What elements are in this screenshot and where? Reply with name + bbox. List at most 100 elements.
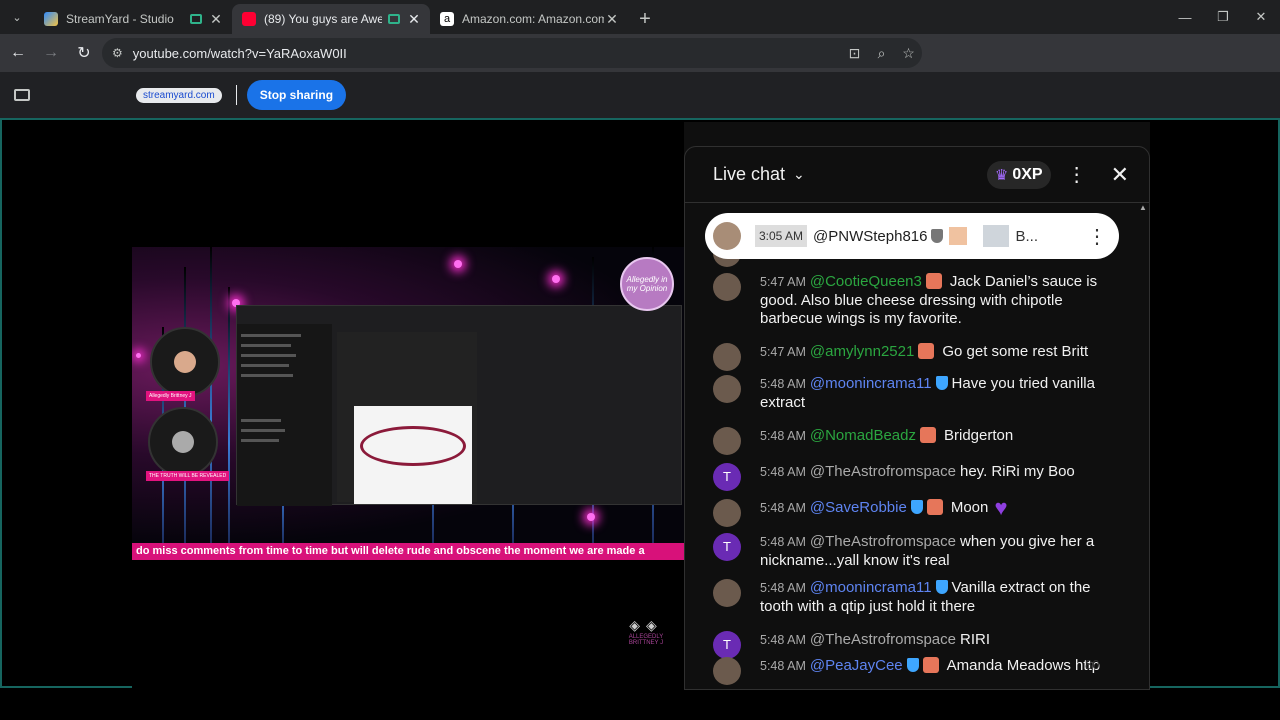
scroll-up-icon[interactable]: ▲ [1137,203,1149,212]
stop-sharing-button[interactable]: Stop sharing [246,80,347,110]
back-icon[interactable]: ← [3,38,33,68]
chat-message[interactable]: 5:48 AM @moonincrama11 Have you tried vani… [713,375,1113,412]
message-author[interactable]: @CootieQueen3 [810,273,922,290]
brand-watermark: ◈◈ ALLEGEDLY BRITTNEY J [622,617,670,651]
chat-message[interactable]: 5:47 AM @CootieQueen3 Jack Daniel’s sauce … [713,273,1113,329]
close-tab-icon[interactable]: ✕ [208,11,224,28]
pinned-time: 3:05 AM [755,225,808,247]
chat-message-body: 5:48 AM @TheAstrofromspace hey. RiRi my Bo… [760,463,1113,491]
host-camera [150,327,220,397]
avatar[interactable] [713,657,741,685]
chat-message-body: 5:48 AM @PeaJayCee Amanda Meadows http [760,657,1113,685]
verified-shield-icon [935,376,948,390]
restore-icon[interactable]: ❐ [1204,0,1242,34]
message-time: 5:48 AM [760,377,806,391]
message-author[interactable]: @SaveRobbie [810,499,907,516]
chat-message[interactable]: 5:48 AM @SaveRobbie Moon ♥ [713,497,1113,527]
sharing-domain: streamyard.com [136,87,222,103]
tab-amazon[interactable]: a Amazon.com: Amazon.com Gift ✕ [430,4,628,34]
message-time: 5:48 AM [760,633,806,647]
chat-message-body: 5:47 AM @CootieQueen3 Jack Daniel’s sauce … [760,273,1113,329]
chat-message[interactable]: 5:48 AM @NomadBeadz Bridgerton [713,427,1113,455]
message-author[interactable]: @TheAstrofromspace [810,533,956,550]
tab-streamyard[interactable]: StreamYard - Studio ✕ [34,4,232,34]
minimize-icon[interactable]: — [1166,0,1204,34]
install-app-icon[interactable]: ⊡ [841,45,868,62]
avatar[interactable] [713,579,741,607]
divider [235,85,237,105]
url-text[interactable]: youtube.com/watch?v=YaRAoxaW0II [133,46,841,61]
xp-badge[interactable]: ♛ 0XP [986,160,1051,189]
chat-message[interactable]: 5:48 AM @PeaJayCee Amanda Meadows http [713,657,1113,685]
chat-message-body: 5:48 AM @moonincrama11 Have you tried vani… [760,375,1113,412]
chat-scrollbar[interactable]: ▲ [1137,203,1149,689]
message-author[interactable]: @TheAstrofromspace [810,463,956,480]
chat-message[interactable]: T 5:48 AM @TheAstrofromspace when you give … [713,533,1113,570]
message-author[interactable]: @moonincrama11 [810,375,932,392]
chat-menu-icon[interactable]: ⋮ [1067,162,1087,187]
avatar[interactable] [713,375,741,403]
chat-message[interactable]: 5:47 AM @amylynn2521 Go get some rest Brit… [713,343,1113,371]
youtube-icon [242,12,256,26]
avatar [713,222,741,250]
message-author[interactable]: @PeaJayCee [810,657,903,674]
member-badge-icon [920,427,936,443]
live-chat-title[interactable]: Live chat [713,164,785,185]
preview-sidebar [237,324,332,506]
amazon-icon: a [440,12,454,26]
site-info-icon[interactable]: ⚙ [112,46,123,60]
message-text: RIRI [960,631,990,648]
streamyard-icon [44,12,58,26]
pinned-author[interactable]: @PNWSteph816 [813,228,927,245]
message-author[interactable]: @amylynn2521 [810,343,914,360]
member-badge-icon [918,343,935,359]
verified-shield-icon [906,658,919,672]
forward-icon[interactable]: → [36,38,66,68]
shared-screen-preview [236,305,682,506]
blurred-content [983,225,1010,247]
close-tab-icon[interactable]: ✕ [604,11,620,28]
chevron-down-icon[interactable]: ⌄ [793,166,805,183]
avatar[interactable] [713,499,741,527]
guest-avatar [172,431,194,453]
avatar[interactable] [713,427,741,455]
chat-message-body: 5:48 AM @TheAstrofromspace RIRI [760,631,1113,659]
avatar[interactable]: T [713,631,741,659]
message-time: 5:48 AM [760,535,806,549]
pinned-message[interactable]: 3:05 AM @PNWSteph816 B... ⋮ [705,213,1119,259]
chat-message[interactable]: 5:48 AM @moonincrama11 Vanilla extract on … [713,579,1113,616]
message-author[interactable]: @TheAstrofromspace [810,631,956,648]
pinned-menu-icon[interactable]: ⋮ [1087,224,1107,249]
new-tab-button[interactable]: + [628,4,662,34]
tab-youtube[interactable]: (89) You guys are Awesome ✕ [232,4,430,34]
video-player[interactable]: Allegedly Brittney J THE TRUTH WILL BE R… [132,122,684,688]
screen-share-icon [14,89,30,101]
avatar[interactable] [713,343,741,371]
avatar[interactable]: T [713,533,741,561]
tab-search-icon[interactable]: ⌄ [0,0,34,34]
message-text: Moon [950,499,989,516]
message-author[interactable]: @NomadBeadz [810,427,916,444]
avatar[interactable] [713,273,741,301]
zoom-icon[interactable]: ⌕ [868,45,895,62]
message-time: 5:47 AM [760,275,806,289]
tab-title: (89) You guys are Awesome [264,12,382,26]
address-bar[interactable]: ⚙ youtube.com/watch?v=YaRAoxaW0II ⊡ ⌕ ☆ [102,38,922,68]
reload-icon[interactable]: ↻ [69,38,99,68]
avatar[interactable]: T [713,463,741,491]
member-badge-icon [922,657,939,673]
moderator-badge-icon [931,229,944,243]
chat-message-list: 5:47 AM@PeaJayCeeNomad ok. TY5:47 AM@Coo… [685,203,1139,689]
preview-registry-card [354,406,472,504]
chat-message[interactable]: T 5:48 AM @TheAstrofromspace RIRI [713,631,1113,659]
bookmark-star-icon[interactable]: ☆ [895,45,922,62]
crown-icon: ♛ [994,166,1009,184]
close-chat-icon[interactable]: ✕ [1111,162,1129,188]
member-badge-icon [949,227,968,245]
close-tab-icon[interactable]: ✕ [406,11,422,28]
chat-message-body: 5:47 AM @amylynn2521 Go get some rest Brit… [760,343,1113,371]
message-author[interactable]: @moonincrama11 [810,579,932,596]
close-window-icon[interactable]: ✕ [1242,0,1280,34]
pinned-text: B... [1015,227,1038,245]
chat-message[interactable]: T 5:48 AM @TheAstrofromspace hey. RiRi my B… [713,463,1113,491]
